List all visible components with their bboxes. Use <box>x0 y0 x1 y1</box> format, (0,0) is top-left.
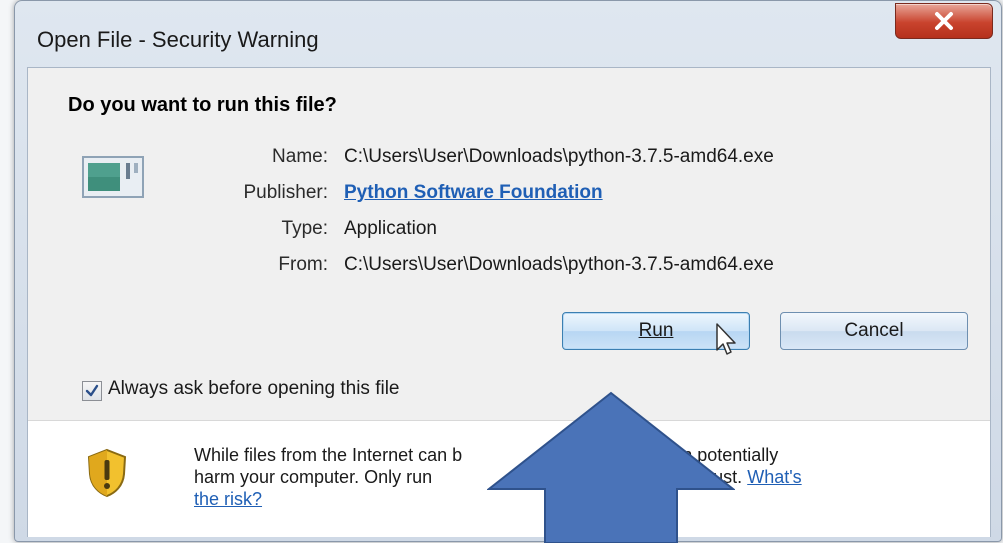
warning-text-part1: While files from the Internet can b <box>194 445 463 465</box>
screen: Open File - Security Warning Do you want… <box>0 0 1003 543</box>
publisher-label: Publisher: <box>243 182 329 203</box>
close-button[interactable] <box>895 3 993 39</box>
warning-text-part3: harm your computer. Only run <box>194 467 433 487</box>
type-value: Application <box>344 218 437 239</box>
from-value: C:\Users\User\Downloads\python-3.7.5-amd… <box>344 254 774 275</box>
application-file-icon <box>82 156 144 198</box>
run-button-label: Run <box>638 320 674 341</box>
cancel-button[interactable]: Cancel <box>780 312 968 350</box>
title-bar[interactable]: Open File - Security Warning <box>15 1 1001 52</box>
always-ask-label[interactable]: Always ask before opening this file <box>108 378 400 400</box>
name-value: C:\Users\User\Downloads\python-3.7.5-amd… <box>344 146 774 167</box>
cancel-button-label: Cancel <box>844 320 904 341</box>
type-label: Type: <box>281 218 328 239</box>
shield-warning-icon <box>87 448 127 498</box>
dialog-question: Do you want to run this file? <box>68 94 337 116</box>
file-info-section: Do you want to run this file? Name: C:\U… <box>28 68 990 420</box>
close-icon <box>935 12 953 30</box>
whats-the-risk-link-continued[interactable]: the risk? <box>194 489 262 509</box>
publisher-link[interactable]: Python Software Foundation <box>344 182 603 204</box>
window-title: Open File - Security Warning <box>37 27 319 52</box>
name-label: Name: <box>272 146 328 167</box>
always-ask-checkbox[interactable] <box>82 381 102 401</box>
mouse-pointer-icon <box>716 323 736 355</box>
from-label: From: <box>278 254 328 275</box>
checkmark-icon <box>85 384 99 397</box>
up-arrow-overlay <box>487 391 735 543</box>
whats-the-risk-link[interactable]: What's <box>747 467 801 487</box>
